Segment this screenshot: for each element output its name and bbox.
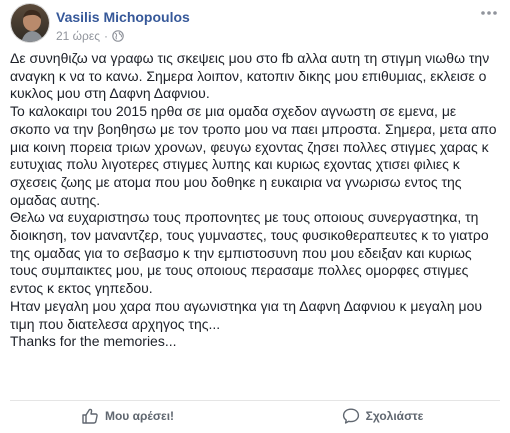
post-line: αναγκη κ να το κανω. Σημερα λοιπον, κατο…: [10, 67, 487, 84]
post-line: Ηταν μεγαλη μου χαρα που αγωνιστηκα για …: [10, 297, 483, 314]
avatar[interactable]: [10, 3, 50, 43]
post-line: Το καλοκαιρι του 2015 ηρθα σε μια ομαδα …: [10, 103, 457, 120]
post-line: της ομαδας για το σεβασμο κ την εμπιστοσ…: [10, 244, 472, 261]
post-line: Δε συνηθιζω να γραφω τις σκεψεις μου στο…: [10, 50, 490, 66]
meta-separator: ·: [104, 29, 109, 43]
post-line: Θελω να ευχαριστησω τους προπονητες με τ…: [10, 209, 479, 226]
post-line: τους συμπαικτες μου, με τους οποιους περ…: [10, 262, 469, 279]
profile-photo: [11, 4, 49, 42]
post-line: σκοπο να την βοηθησω με τον τροπο μου να…: [10, 120, 497, 137]
post-header: Vasilis Michopoulos 21 ώρες ·: [10, 3, 500, 49]
globe-icon[interactable]: [112, 30, 124, 42]
comment-button[interactable]: Σχολιάστε: [255, 403, 510, 429]
post-line: κυκλος μου στη Δαφνη Δαφνιου.: [10, 85, 210, 102]
post-line: Thanks for the memories...: [10, 333, 177, 350]
author-name[interactable]: Vasilis Michopoulos: [56, 9, 190, 25]
thumbs-up-icon: [82, 408, 98, 424]
post-line: εντος κ εκτος γηπεδου.: [10, 280, 153, 297]
post-line: σχεσεις ζωης με ατομα που μου δοθηκε η ε…: [10, 173, 462, 190]
post-meta: 21 ώρες ·: [56, 29, 124, 43]
like-button[interactable]: Μου αρέσει!: [0, 403, 255, 429]
post-line: μια κοινη πορεια τριων χρονων, φευγω εχο…: [10, 138, 489, 155]
post-actions: Μου αρέσει! Σχολιάστε: [0, 403, 510, 429]
post-text: Δε συνηθιζω να γραφω τις σκεψεις μου στο…: [10, 50, 502, 351]
facebook-post: Vasilis Michopoulos 21 ώρες · Δε συνηθιζ…: [0, 0, 510, 433]
actions-divider: [10, 400, 500, 401]
post-line: διοικηση, τον μαναντζερ, τους γυμναστες,…: [10, 227, 489, 244]
like-label: Μου αρέσει!: [104, 409, 175, 423]
comment-label: Σχολιάστε: [365, 409, 424, 423]
post-line: ομαδας αυτης.: [10, 191, 101, 208]
comment-icon: [342, 408, 359, 424]
post-line: ευτυχιας πολυ λιγοτερες στιγμες λυπης κα…: [10, 156, 460, 173]
post-line: τιμη που διατελεσα αρχηγος της...: [10, 315, 221, 332]
post-timestamp[interactable]: 21 ώρες: [56, 29, 100, 43]
more-options-icon[interactable]: [480, 7, 498, 19]
